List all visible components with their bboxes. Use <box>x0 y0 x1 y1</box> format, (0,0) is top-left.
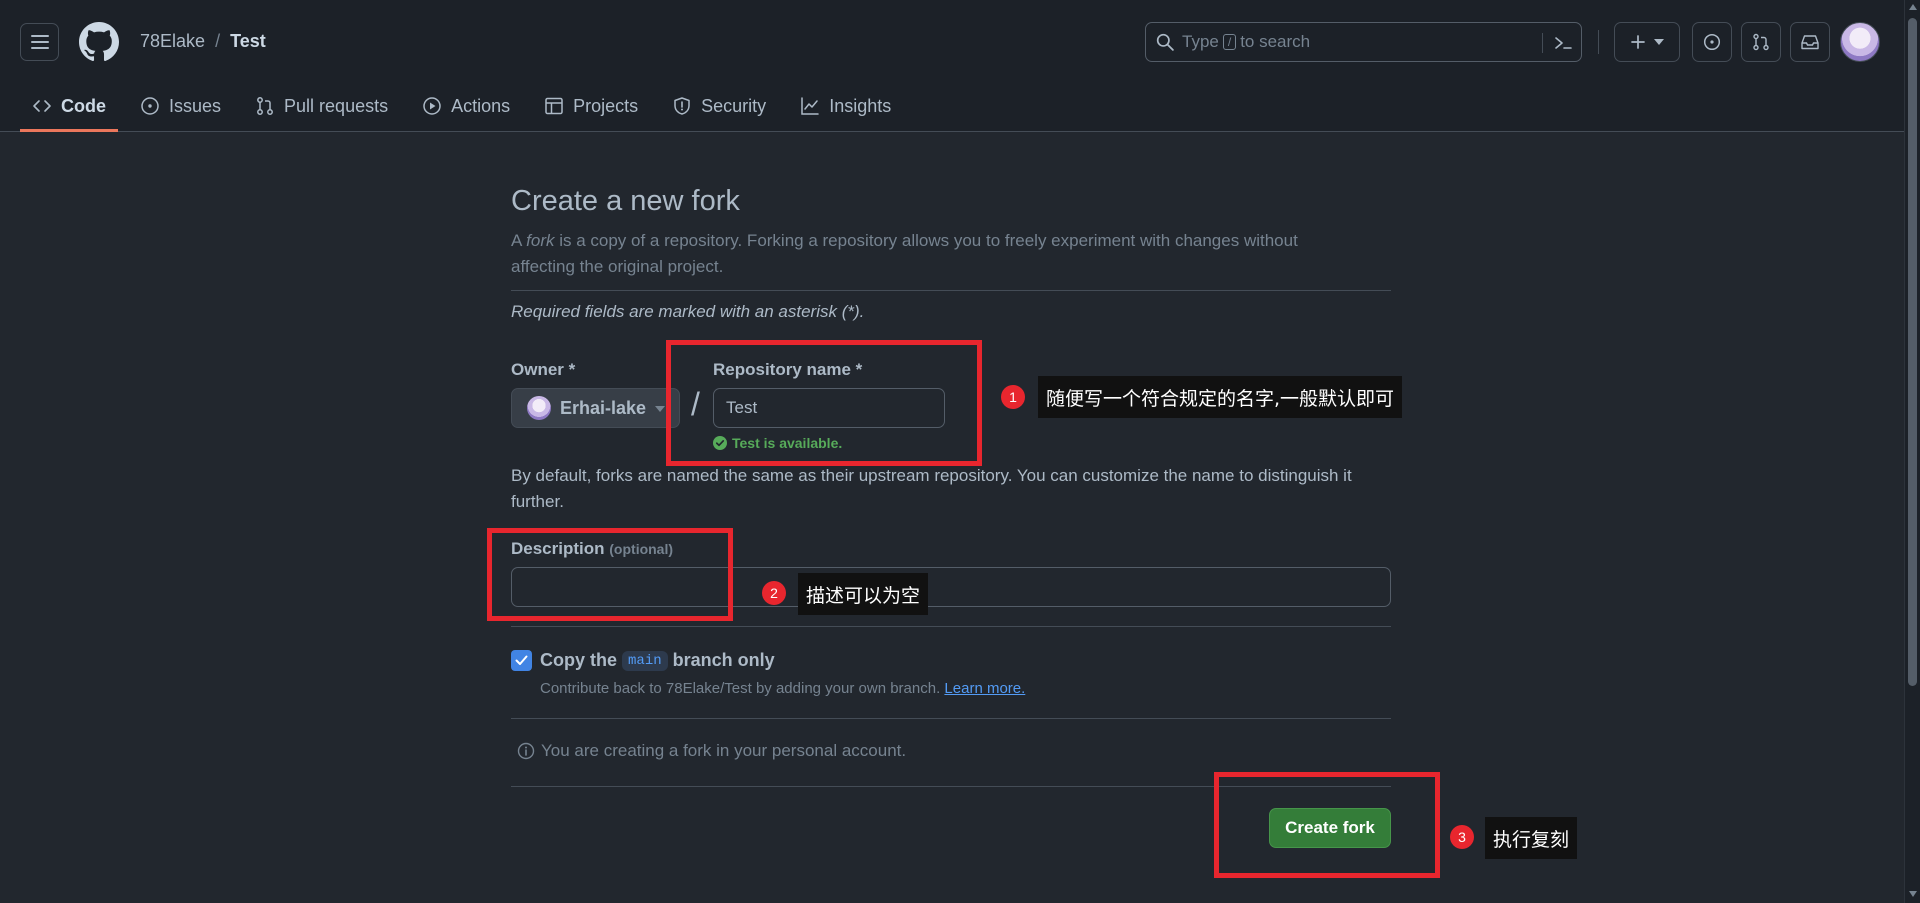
search-divider <box>1542 33 1543 53</box>
vertical-scrollbar[interactable] <box>1904 0 1920 903</box>
personal-account-info: You are creating a fork in your personal… <box>517 741 906 761</box>
shield-icon <box>672 96 692 116</box>
annotation-badge-3: 3 <box>1450 825 1474 849</box>
tab-issues[interactable]: Issues <box>128 80 233 132</box>
breadcrumb: 78Elake / Test <box>140 31 266 52</box>
search-input[interactable]: Type / to search <box>1145 22 1582 62</box>
tab-label: Security <box>701 95 767 116</box>
search-shortcut-key: / <box>1222 34 1237 50</box>
graph-icon <box>800 96 820 116</box>
code-icon <box>32 96 52 116</box>
tab-projects[interactable]: Projects <box>532 80 650 132</box>
tab-label: Insights <box>829 95 892 116</box>
copy-branch-label[interactable]: Copy the main branch only <box>540 650 775 671</box>
divider <box>511 626 1391 627</box>
lead-rest: is a copy of a repository. Forking a rep… <box>511 231 1298 276</box>
breadcrumb-repo-link[interactable]: Test <box>230 31 266 52</box>
table-icon <box>544 96 564 116</box>
tab-label: Actions <box>451 95 511 116</box>
tab-security[interactable]: Security <box>660 80 778 132</box>
annotation-box-repo-name <box>666 340 982 466</box>
tab-label: Code <box>61 95 106 116</box>
copy-branch-help: Contribute back to 78Elake/Test by addin… <box>540 680 1025 697</box>
menu-button[interactable] <box>20 23 59 61</box>
owner-value: Erhai-lake <box>560 397 647 418</box>
command-palette-icon[interactable] <box>1553 33 1573 53</box>
annotation-note-2: 描述可以为空 <box>798 573 929 615</box>
header-divider <box>1598 30 1599 54</box>
copy-branch-help-text: Contribute back to 78Elake/Test by addin… <box>540 680 941 697</box>
tab-label: Projects <box>573 95 639 116</box>
page-description: A fork is a copy of a repository. Forkin… <box>511 228 1351 280</box>
issue-icon <box>1703 33 1721 51</box>
owner-avatar <box>527 396 551 420</box>
annotation-note-1: 随便写一个符合规定的名字,一般默认即可 <box>1038 376 1403 418</box>
copy-suffix: branch only <box>672 650 775 670</box>
inbox-button[interactable] <box>1790 22 1830 62</box>
lead-emphasis: fork <box>526 231 555 250</box>
tab-actions[interactable]: Actions <box>410 80 522 132</box>
annotation-badge-2: 2 <box>762 581 786 605</box>
chevron-down-icon <box>655 406 665 412</box>
play-icon <box>422 96 442 116</box>
branch-name-code: main <box>622 650 668 671</box>
create-new-button[interactable] <box>1614 22 1680 62</box>
tab-label: Pull requests <box>284 95 389 116</box>
search-icon <box>1156 33 1174 51</box>
lead-prefix: A <box>511 231 522 250</box>
scroll-down-arrow-icon[interactable] <box>1909 891 1917 897</box>
breadcrumb-separator: / <box>215 31 221 51</box>
issues-button[interactable] <box>1692 22 1732 62</box>
learn-more-link[interactable]: Learn more. <box>944 680 1025 697</box>
tab-code[interactable]: Code <box>20 80 118 132</box>
search-placeholder-prefix: Type <box>1182 32 1219 51</box>
info-icon <box>517 742 535 760</box>
annotation-box-create-fork <box>1214 772 1440 878</box>
github-logo-icon[interactable] <box>79 22 119 62</box>
hamburger-icon <box>30 34 49 50</box>
pull-request-icon <box>255 96 275 116</box>
info-text: You are creating a fork in your personal… <box>541 741 907 760</box>
required-fields-note: Required fields are marked with an aster… <box>511 302 865 321</box>
plus-icon <box>1630 34 1646 50</box>
chevron-down-icon <box>1654 39 1664 45</box>
search-placeholder-suffix: to search <box>1240 32 1311 51</box>
issue-icon <box>140 96 160 116</box>
owner-select[interactable]: Erhai-lake <box>511 388 680 428</box>
page-title: Create a new fork <box>511 185 740 217</box>
scrollbar-thumb[interactable] <box>1908 18 1917 686</box>
checkmark-icon <box>515 655 528 666</box>
divider <box>511 290 1391 291</box>
repo-tabs: Code Issues Pull requests Actions Projec… <box>20 80 913 132</box>
annotation-badge-1: 1 <box>1001 385 1025 409</box>
divider <box>511 718 1391 719</box>
tab-pull-requests[interactable]: Pull requests <box>243 80 400 132</box>
annotation-note-3: 执行复刻 <box>1485 817 1578 859</box>
copy-prefix: Copy the <box>540 650 618 670</box>
tab-insights[interactable]: Insights <box>788 80 903 132</box>
annotation-box-description <box>487 528 733 621</box>
user-avatar[interactable] <box>1840 22 1880 62</box>
inbox-icon <box>1801 34 1819 50</box>
scroll-up-arrow-icon[interactable] <box>1909 4 1917 10</box>
pull-request-icon <box>1752 33 1770 51</box>
fork-naming-help: By default, forks are named the same as … <box>511 466 1352 511</box>
owner-label: Owner * <box>511 360 576 379</box>
copy-main-branch-checkbox[interactable] <box>511 650 532 671</box>
pull-requests-button[interactable] <box>1741 22 1781 62</box>
tab-label: Issues <box>169 95 222 116</box>
breadcrumb-owner-link[interactable]: 78Elake <box>140 31 205 52</box>
app-header: 78Elake / Test Type / to search Code Iss… <box>0 0 1904 132</box>
